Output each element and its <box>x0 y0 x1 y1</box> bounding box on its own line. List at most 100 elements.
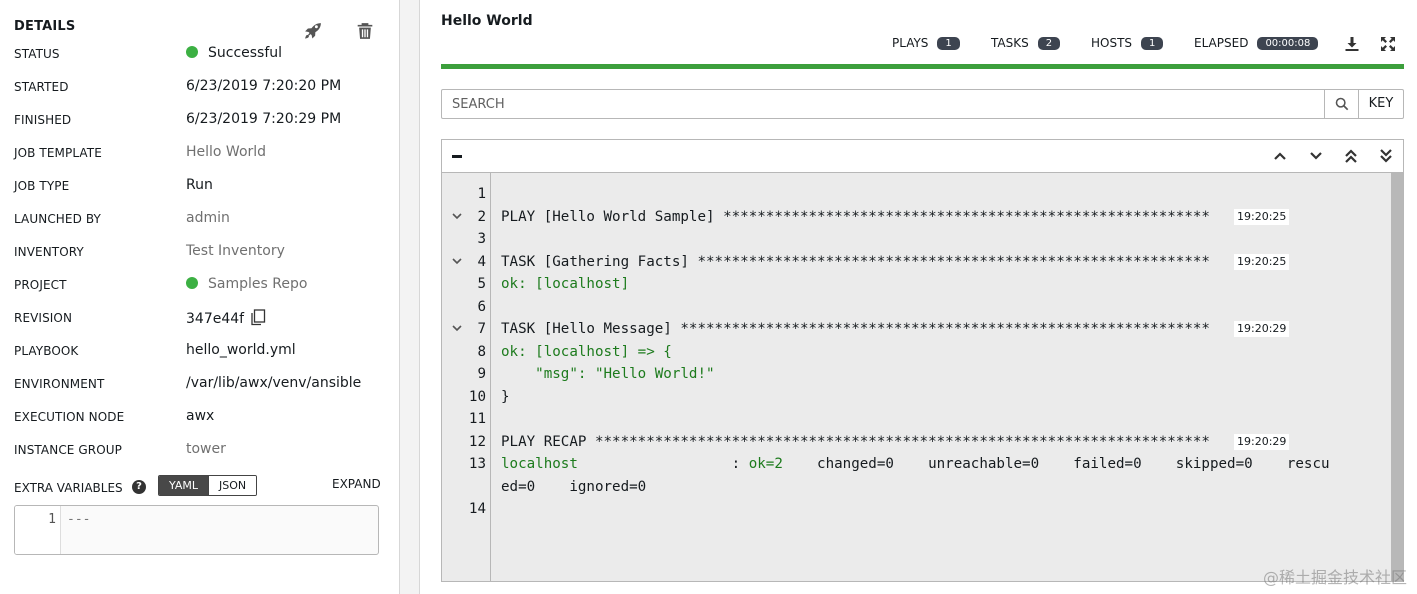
detail-value-text: awx <box>186 408 215 424</box>
log-line-text: } <box>501 388 510 405</box>
detail-label: PLAYBOOK <box>14 344 79 358</box>
help-icon[interactable]: ? <box>132 480 146 494</box>
download-icon[interactable] <box>1344 36 1360 52</box>
yaml-toggle-button[interactable]: YAML <box>159 476 209 495</box>
log-line-number: 11 <box>468 411 486 427</box>
log-line-number: 8 <box>477 343 486 360</box>
detail-value-status: Successful <box>186 45 282 61</box>
detail-value-environment: /var/lib/awx/venv/ansible <box>186 375 361 391</box>
detail-value-text: 347e44f <box>186 311 245 327</box>
detail-row-playbook: PLAYBOOK hello_world.yml <box>0 337 399 370</box>
chevron-down-icon[interactable] <box>1308 148 1324 164</box>
editor-gutter: 1 <box>15 506 61 554</box>
editor-line-number: 1 <box>48 512 56 527</box>
extra-variables-editor[interactable]: 1 --- <box>14 505 379 555</box>
detail-row-job-type: JOB TYPE Run <box>0 172 399 205</box>
panel-divider[interactable] <box>399 0 420 594</box>
tasks-label: TASKS <box>991 36 1029 50</box>
detail-row-started: STARTED 6/23/2019 7:20:20 PM <box>0 73 399 106</box>
tasks-stat: TASKS 2 <box>991 36 1061 50</box>
detail-row-revision: REVISION 347e44f <box>0 304 399 337</box>
detail-row-execution-node: EXECUTION NODE awx <box>0 403 399 436</box>
log-line-number: 13 <box>468 456 486 472</box>
detail-value-playbook: hello_world.yml <box>186 342 296 358</box>
detail-value-execution-node: awx <box>186 408 214 424</box>
log-scrollbar[interactable] <box>1391 173 1403 581</box>
elapsed-label: ELAPSED <box>1194 36 1249 50</box>
expand-button[interactable]: EXPAND <box>332 477 381 491</box>
collapse-all-icon[interactable] <box>452 155 462 158</box>
search-input[interactable] <box>442 90 1324 118</box>
detail-label: FINISHED <box>14 113 72 127</box>
detail-row-finished: FINISHED 6/23/2019 7:20:29 PM <box>0 106 399 139</box>
detail-label: LAUNCHED BY <box>14 212 101 226</box>
log-scrollbar-thumb[interactable] <box>1391 173 1403 581</box>
detail-value-text[interactable]: Samples Repo <box>208 276 307 292</box>
elapsed-stat: ELAPSED 00:00:08 <box>1194 36 1319 50</box>
detail-value-finished: 6/23/2019 7:20:29 PM <box>186 111 341 127</box>
copy-icon[interactable] <box>250 309 266 326</box>
search-bar: KEY <box>441 89 1404 119</box>
search-icon <box>1335 97 1349 111</box>
detail-row-job-template: JOB TEMPLATE Hello World <box>0 139 399 172</box>
log-line-number: 7 <box>477 321 486 337</box>
detail-value-text: 6/23/2019 7:20:20 PM <box>186 78 342 94</box>
detail-label: EXECUTION NODE <box>14 410 125 424</box>
editor-content[interactable]: --- <box>67 512 90 527</box>
fullscreen-icon[interactable] <box>1380 36 1396 52</box>
status-dot-icon <box>186 46 198 58</box>
detail-value-text[interactable]: Hello World <box>186 144 266 160</box>
detail-value-text[interactable]: admin <box>186 210 230 226</box>
detail-label: INVENTORY <box>14 245 84 259</box>
double-chevron-down-icon[interactable] <box>1378 148 1394 164</box>
json-toggle-button[interactable]: JSON <box>208 476 257 495</box>
detail-value-instance-group[interactable]: tower <box>186 441 226 457</box>
log-line: 12 PLAY RECAP ***************************… <box>442 431 1377 453</box>
detail-label: ENVIRONMENT <box>14 377 105 391</box>
details-panel: DETAILS STATUS Successful STARTED 6/23/2019… <box>0 0 399 594</box>
detail-value-text[interactable]: Test Inventory <box>186 243 285 259</box>
log-line: 4 TASK [Gathering Facts] ****************… <box>442 251 1377 273</box>
log-line-number: 14 <box>468 501 486 517</box>
status-dot-icon <box>186 277 198 289</box>
detail-label: PROJECT <box>14 278 67 292</box>
detail-row-inventory: INVENTORY Test Inventory <box>0 238 399 271</box>
log-timestamp: 19:20:29 <box>1234 321 1290 337</box>
log-line: 1 <box>442 183 1377 205</box>
detail-value-text[interactable]: tower <box>186 441 226 457</box>
double-chevron-up-icon[interactable] <box>1343 148 1359 164</box>
log-line-text: localhost : ok=2 changed=0 unreachable=0… <box>501 456 1330 472</box>
hosts-count-badge: 1 <box>1141 37 1164 50</box>
rocket-icon[interactable] <box>304 22 322 40</box>
key-button[interactable]: KEY <box>1358 90 1403 118</box>
log-toolbar <box>442 140 1403 173</box>
log-line: 2 PLAY [Hello World Sample] *************… <box>442 206 1377 228</box>
detail-value-launched-by[interactable]: admin <box>186 210 230 226</box>
search-button[interactable] <box>1324 90 1358 118</box>
log-line: 13 localhost : ok=2 changed=0 unreachable… <box>442 453 1377 475</box>
detail-row-environment: ENVIRONMENT/var/lib/awx/venv/ansible <box>0 370 399 403</box>
detail-row-status: STATUS Successful <box>0 40 399 73</box>
log-timestamp: 19:20:25 <box>1234 208 1290 225</box>
plays-count-badge: 1 <box>937 37 960 50</box>
log-line: 10} <box>442 386 1377 408</box>
detail-label: REVISION <box>14 311 73 325</box>
log-line-number: 4 <box>477 253 486 270</box>
log-line: ed=0 ignored=0 <box>442 476 1377 498</box>
log-line-number: 2 <box>477 208 486 225</box>
log-line: 5 ok: [localhost] <box>442 273 1377 295</box>
tasks-count-badge: 2 <box>1037 37 1061 50</box>
detail-value-inventory[interactable]: Test Inventory <box>186 243 285 259</box>
detail-label: STATUS <box>14 47 60 61</box>
log-line-text: PLAY [Hello World Sample] **************… <box>501 208 1210 225</box>
chevron-up-icon[interactable] <box>1272 148 1288 164</box>
hosts-stat: HOSTS 1 <box>1091 36 1164 50</box>
log-line-text: PLAY RECAP *****************************… <box>501 433 1210 450</box>
detail-value-project[interactable]: Samples Repo <box>186 276 307 292</box>
log-line: 14 <box>442 498 1377 520</box>
detail-value-job-template[interactable]: Hello World <box>186 144 266 160</box>
log-line: 3 <box>442 228 1377 250</box>
trash-icon[interactable] <box>356 22 374 40</box>
job-progress-fill <box>441 64 1404 69</box>
log-line-text: TASK [Hello Message] *******************… <box>501 321 1210 337</box>
